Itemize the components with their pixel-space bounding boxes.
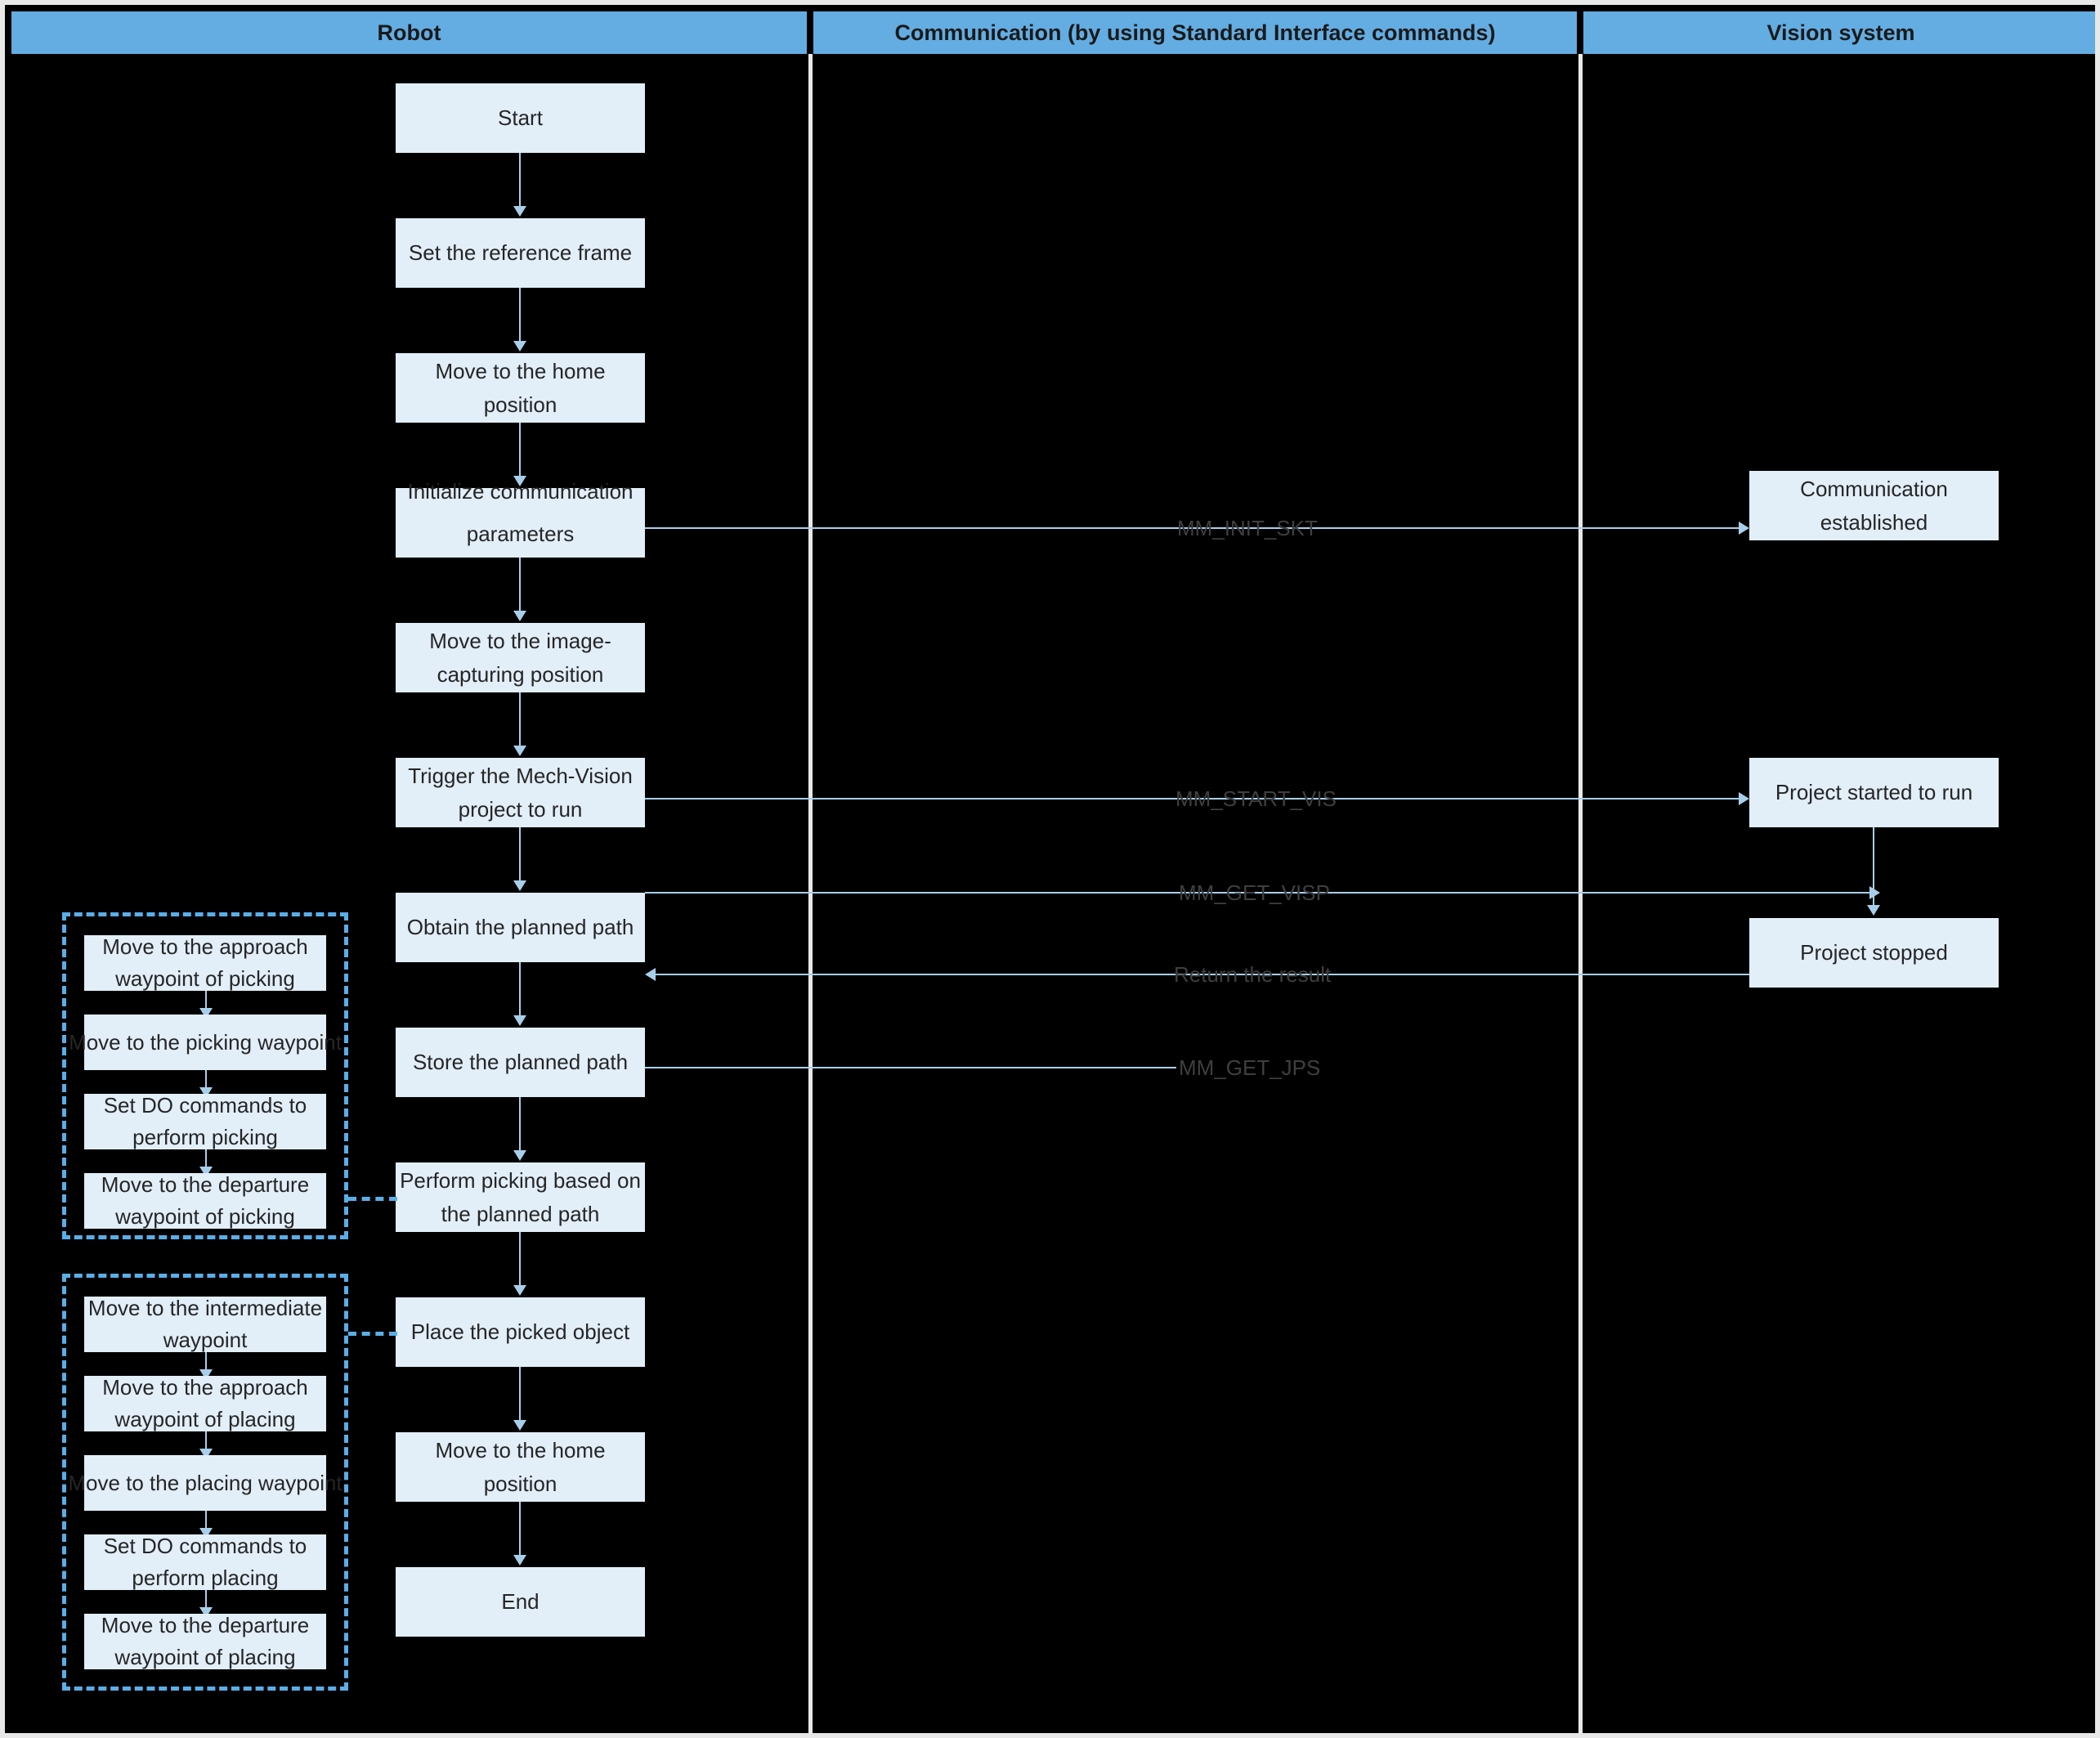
connector-obtain-planned-path-to-store-planned-path bbox=[519, 962, 521, 1016]
arrowhead-place-picked-object bbox=[513, 1285, 526, 1296]
node-trigger-vision-project[interactable]: Trigger the Mech-Vision project to run bbox=[396, 758, 645, 827]
arrowhead-perform-picking bbox=[513, 1150, 526, 1161]
connector-picking-step-2-to-3 bbox=[205, 1070, 207, 1089]
node-set-reference-frame[interactable]: Set the reference frame bbox=[396, 218, 645, 288]
arrowhead-return-the-result bbox=[645, 968, 656, 981]
node-trigger-vision-project-label: Trigger the Mech-Vision project to run bbox=[408, 764, 633, 822]
node-end-label: End bbox=[501, 1589, 540, 1615]
node-move-home-1-label: Move to the home position bbox=[435, 359, 606, 417]
arrowhead-move-home-2 bbox=[513, 1420, 526, 1431]
connector-place-picked-object-to-move-home-2 bbox=[519, 1367, 521, 1421]
dashed-connector-picking-group-to-perform-picking bbox=[348, 1197, 397, 1201]
arrowhead-end bbox=[513, 1555, 526, 1566]
subnode-picking-waypoint-label: Move to the picking waypoint bbox=[69, 1029, 342, 1055]
node-move-home-2[interactable]: Move to the home position bbox=[396, 1432, 645, 1502]
node-end[interactable]: End bbox=[396, 1567, 645, 1637]
node-move-image-capture[interactable]: Move to the image-capturing position bbox=[396, 623, 645, 692]
lane-divider-communication-vision bbox=[1578, 54, 1583, 1733]
message-label-mm-get-visp: MM_GET_VISP bbox=[1179, 880, 1330, 905]
arrowhead-move-home-1 bbox=[513, 341, 526, 352]
subnode-do-commands-picking-label: Set DO commands to perform picking bbox=[103, 1093, 307, 1149]
lane-header-communication: Communication (by using Standard Interfa… bbox=[813, 11, 1577, 54]
subnode-departure-waypoint-picking[interactable]: Move to the departure waypoint of pickin… bbox=[84, 1172, 326, 1229]
message-line-mm-get-jps bbox=[645, 1067, 1176, 1068]
flowchart-canvas: Robot Communication (by using Standard I… bbox=[0, 0, 2100, 1738]
node-project-stopped[interactable]: Project stopped bbox=[1749, 918, 1999, 988]
subnode-do-commands-placing[interactable]: Set DO commands to perform placing bbox=[84, 1534, 326, 1590]
arrowhead-init-comm-params bbox=[513, 476, 526, 486]
message-label-mm-init-skt: MM_INIT_SKT bbox=[1177, 516, 1318, 540]
subnode-intermediate-waypoint[interactable]: Move to the intermediate waypoint bbox=[84, 1296, 326, 1352]
lane-divider-robot-communication bbox=[808, 54, 813, 1733]
subnode-do-commands-placing-label: Set DO commands to perform placing bbox=[103, 1534, 307, 1590]
node-start-label: Start bbox=[498, 105, 543, 131]
node-perform-picking[interactable]: Perform picking based on the planned pat… bbox=[396, 1162, 645, 1232]
arrowhead-project-stopped bbox=[1867, 905, 1880, 916]
subnode-placing-waypoint[interactable]: Move to the placing waypoint bbox=[68, 1455, 343, 1511]
node-start[interactable]: Start bbox=[396, 83, 645, 153]
subnode-departure-waypoint-picking-label: Move to the departure waypoint of pickin… bbox=[101, 1172, 310, 1229]
node-project-stopped-label: Project stopped bbox=[1800, 940, 1948, 965]
node-set-reference-frame-label: Set the reference frame bbox=[408, 240, 633, 266]
arrowhead-mm-init-skt bbox=[1739, 522, 1749, 535]
node-place-picked-object-label: Place the picked object bbox=[410, 1319, 630, 1345]
dashed-connector-placing-group-to-place-picked-object bbox=[348, 1332, 397, 1336]
lane-header-robot: Robot bbox=[11, 11, 807, 54]
connector-start-to-set-reference-frame bbox=[519, 153, 521, 207]
subnode-approach-waypoint-picking[interactable]: Move to the approach waypoint of picking bbox=[84, 934, 326, 991]
lane-header-communication-label: Communication (by using Standard Interfa… bbox=[894, 20, 1496, 45]
subnode-departure-waypoint-placing[interactable]: Move to the departure waypoint of placin… bbox=[84, 1613, 326, 1669]
node-move-home-2-label: Move to the home position bbox=[435, 1438, 606, 1496]
node-communication-established-label: Communication established bbox=[1800, 477, 1948, 535]
connector-store-planned-path-to-perform-picking bbox=[519, 1097, 521, 1151]
node-project-started-label: Project started to run bbox=[1775, 780, 1973, 805]
node-place-picked-object[interactable]: Place the picked object bbox=[396, 1297, 645, 1367]
node-store-planned-path-label: Store the planned path bbox=[412, 1050, 629, 1075]
arrowhead-trigger-vision-project bbox=[513, 746, 526, 756]
node-init-comm-params[interactable]: Initialize communication parameters bbox=[396, 479, 645, 558]
connector-trigger-vision-project-to-obtain-planned-path bbox=[519, 827, 521, 881]
connector-move-home-1-to-init-comm-params bbox=[519, 423, 521, 477]
connector-set-reference-frame-to-move-home-1 bbox=[519, 288, 521, 342]
arrowhead-set-reference-frame bbox=[513, 206, 526, 217]
arrowhead-store-planned-path bbox=[513, 1015, 526, 1026]
subnode-approach-waypoint-picking-label: Move to the approach waypoint of picking bbox=[102, 934, 308, 991]
subnode-placing-waypoint-label: Move to the placing waypoint bbox=[68, 1470, 343, 1495]
lane-header-vision: Vision system bbox=[1583, 11, 2095, 54]
subnode-approach-waypoint-placing[interactable]: Move to the approach waypoint of placing bbox=[84, 1375, 326, 1431]
subnode-approach-waypoint-placing-label: Move to the approach waypoint of placing bbox=[102, 1375, 308, 1431]
subnode-intermediate-waypoint-label: Move to the intermediate waypoint bbox=[87, 1296, 323, 1352]
node-move-home-1[interactable]: Move to the home position bbox=[396, 353, 645, 423]
subnode-departure-waypoint-placing-label: Move to the departure waypoint of placin… bbox=[101, 1613, 310, 1669]
connector-init-comm-params-to-move-image-capture bbox=[519, 558, 521, 611]
connector-move-image-capture-to-trigger-vision-project bbox=[519, 692, 521, 746]
message-label-return-the-result: Return the result bbox=[1174, 962, 1332, 987]
node-store-planned-path[interactable]: Store the planned path bbox=[396, 1028, 645, 1097]
node-obtain-planned-path[interactable]: Obtain the planned path bbox=[396, 893, 645, 962]
node-move-image-capture-label: Move to the image-capturing position bbox=[429, 629, 611, 687]
subnode-picking-waypoint[interactable]: Move to the picking waypoint bbox=[69, 1015, 342, 1070]
connector-perform-picking-to-place-picked-object bbox=[519, 1232, 521, 1286]
arrowhead-mm-get-visp bbox=[1869, 886, 1880, 899]
arrowhead-mm-start-vis bbox=[1739, 792, 1749, 805]
subnode-do-commands-picking[interactable]: Set DO commands to perform picking bbox=[84, 1093, 326, 1149]
arrowhead-obtain-planned-path bbox=[513, 880, 526, 891]
node-perform-picking-label: Perform picking based on the planned pat… bbox=[400, 1168, 641, 1226]
connector-move-home-2-to-end bbox=[519, 1502, 521, 1556]
message-label-mm-get-jps: MM_GET_JPS bbox=[1179, 1055, 1321, 1080]
lane-header-vision-label: Vision system bbox=[1766, 20, 1915, 45]
node-communication-established[interactable]: Communication established bbox=[1749, 471, 1999, 540]
node-project-started[interactable]: Project started to run bbox=[1749, 758, 1999, 827]
message-label-mm-start-vis: MM_START_VIS bbox=[1175, 786, 1337, 811]
node-obtain-planned-path-label: Obtain the planned path bbox=[406, 915, 634, 940]
arrowhead-move-image-capture bbox=[513, 611, 526, 621]
lane-header-robot-label: Robot bbox=[377, 20, 441, 45]
connector-placing-step-3-to-4 bbox=[205, 1511, 207, 1530]
